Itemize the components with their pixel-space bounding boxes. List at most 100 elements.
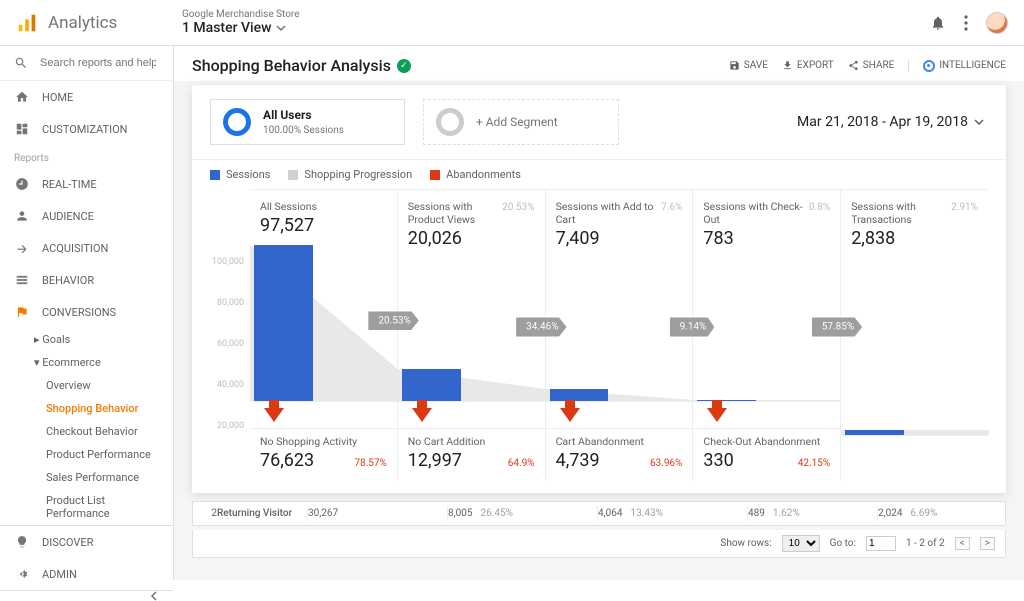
page-title: Shopping Behavior Analysis [192, 56, 391, 75]
goto-input[interactable] [866, 536, 896, 551]
funnel-stage[interactable]: All Sessions 97,527 20.53% No Shopping A… [250, 190, 398, 481]
nav-acquisition[interactable]: ACQUISITION [0, 232, 173, 264]
sidebar-search[interactable] [0, 46, 173, 81]
nav-goals[interactable]: ▸ Goals [0, 328, 173, 351]
nav-customization[interactable]: CUSTOMIZATION [0, 113, 173, 145]
nav-home[interactable]: HOME [0, 81, 173, 113]
nav-behavior[interactable]: BEHAVIOR [0, 264, 173, 296]
drop-value: 4,739 [556, 450, 600, 471]
account-label: Google Merchandise Store [182, 9, 300, 20]
analytics-logo-icon [16, 12, 38, 34]
save-button[interactable]: SAVE [729, 60, 768, 71]
dashboard-icon [15, 122, 29, 136]
gear-icon [15, 567, 29, 581]
bulb-icon [15, 535, 29, 549]
save-icon [729, 60, 740, 71]
stage-value: 7,409 [556, 228, 683, 249]
breakdown-table-row[interactable]: 2 Returning Visitor 30,267 8,00526.45% 4… [192, 501, 1006, 526]
nav-sales-performance[interactable]: Sales Performance [0, 466, 173, 489]
nav-ecommerce[interactable]: ▾ Ecommerce [0, 351, 173, 374]
drop-value: 330 [703, 450, 733, 471]
abandon-arrow-icon [707, 408, 727, 422]
page-header: Shopping Behavior Analysis ✓ SAVE EXPORT… [174, 46, 1024, 81]
legend-swatch-sessions [210, 170, 220, 180]
nav-checkout-behavior[interactable]: Checkout Behavior [0, 420, 173, 443]
brand-text: Analytics [48, 13, 117, 33]
legend-swatch-progression [288, 170, 298, 180]
stage-pct: 2.91% [951, 202, 978, 213]
drop-pct: 78.57% [354, 458, 386, 469]
segment-sub: 100.00% Sessions [263, 125, 344, 136]
clock-icon [15, 177, 29, 191]
verified-icon: ✓ [397, 59, 411, 73]
home-icon [15, 90, 29, 104]
drop-pct: 42.15% [798, 458, 830, 469]
flag-icon [15, 305, 29, 319]
funnel-stage[interactable]: Sessions with Add to Cart7.6% 7,409 9.14… [546, 190, 694, 481]
legend-swatch-abandon [430, 170, 440, 180]
add-segment-label: + Add Segment [476, 115, 558, 129]
funnel-stage[interactable]: Sessions with Check-Out0.8% 783 57.85% C… [693, 190, 841, 481]
stage-label: All Sessions [260, 200, 317, 213]
share-button[interactable]: SHARE [848, 60, 895, 71]
nav-admin[interactable]: ADMIN [0, 558, 173, 590]
drop-label: Check-Out Abandonment [703, 435, 830, 448]
pager: Show rows: 10 Go to: 1 - 2 of 2 < > [192, 530, 1006, 558]
funnel-stage[interactable]: Sessions with Product Views20.53% 20,026… [398, 190, 546, 481]
export-icon [782, 60, 793, 71]
stage-value: 2,838 [851, 228, 978, 249]
stage-label: Sessions with Check-Out [703, 200, 809, 226]
rows-select[interactable]: 10 [782, 535, 820, 552]
search-input[interactable] [38, 56, 158, 70]
nav-conversions[interactable]: CONVERSIONS [0, 296, 173, 328]
kebab-icon[interactable] [964, 15, 968, 31]
stage-pct: 7.6% [661, 202, 682, 213]
drop-label: Cart Abandonment [556, 435, 683, 448]
nav-overview[interactable]: Overview [0, 374, 173, 397]
account-picker[interactable]: Google Merchandise Store 1 Master View [182, 9, 300, 36]
abandon-arrow-icon [560, 408, 580, 422]
sessions-bar [254, 245, 313, 401]
bell-icon[interactable] [930, 15, 946, 31]
stage-label: Sessions with Transactions [851, 200, 951, 226]
progression-arrow: 9.14% [670, 318, 715, 337]
nav-realtime[interactable]: REAL-TIME [0, 168, 173, 200]
date-range-picker[interactable]: Mar 21, 2018 - Apr 19, 2018 [797, 114, 988, 130]
list-icon [15, 273, 29, 287]
report-panel: All Users 100.00% Sessions + Add Segment… [192, 85, 1006, 493]
abandon-arrow-icon [264, 408, 284, 422]
top-icons [930, 12, 1008, 34]
intelligence-button[interactable]: INTELLIGENCE [908, 60, 1006, 72]
person-icon [15, 209, 29, 223]
progression-arrow: 34.46% [516, 318, 566, 337]
sessions-bar [845, 430, 904, 435]
nav-product-list-performance[interactable]: Product List Performance [0, 489, 173, 525]
sidebar-collapse[interactable] [0, 590, 173, 601]
segment-title: All Users [263, 108, 344, 122]
export-button[interactable]: EXPORT [782, 60, 834, 71]
nav-discover[interactable]: DISCOVER [0, 526, 173, 558]
content-area: Shopping Behavior Analysis ✓ SAVE EXPORT… [174, 46, 1024, 580]
nav-shopping-behavior[interactable]: Shopping Behavior [0, 397, 173, 420]
sessions-bar [550, 389, 609, 401]
abandon-arrow-icon [412, 408, 432, 422]
stage-value: 97,527 [260, 215, 387, 236]
add-segment-button[interactable]: + Add Segment [423, 99, 619, 145]
drop-pct: 63.96% [650, 458, 682, 469]
segment-all-users[interactable]: All Users 100.00% Sessions [210, 99, 405, 145]
drop-pct: 64.9% [508, 458, 535, 469]
next-page-button[interactable]: > [980, 537, 995, 550]
funnel-stage[interactable]: Sessions with Transactions2.91% 2,838 [841, 190, 988, 481]
stage-pct: 20.53% [502, 202, 534, 213]
stage-value: 783 [703, 228, 830, 249]
sidebar: HOME CUSTOMIZATION Reports REAL-TIME AUD… [0, 46, 174, 580]
avatar[interactable] [986, 12, 1008, 34]
nav-audience[interactable]: AUDIENCE [0, 200, 173, 232]
nav-product-performance[interactable]: Product Performance [0, 443, 173, 466]
prev-page-button[interactable]: < [955, 537, 970, 550]
share-icon [848, 60, 859, 71]
chart-legend: Sessions Shopping Progression Abandonmen… [192, 160, 1006, 189]
sessions-bar [697, 400, 756, 401]
arrow-branch-icon [15, 241, 29, 255]
progression-arrow: 20.53% [368, 311, 418, 330]
